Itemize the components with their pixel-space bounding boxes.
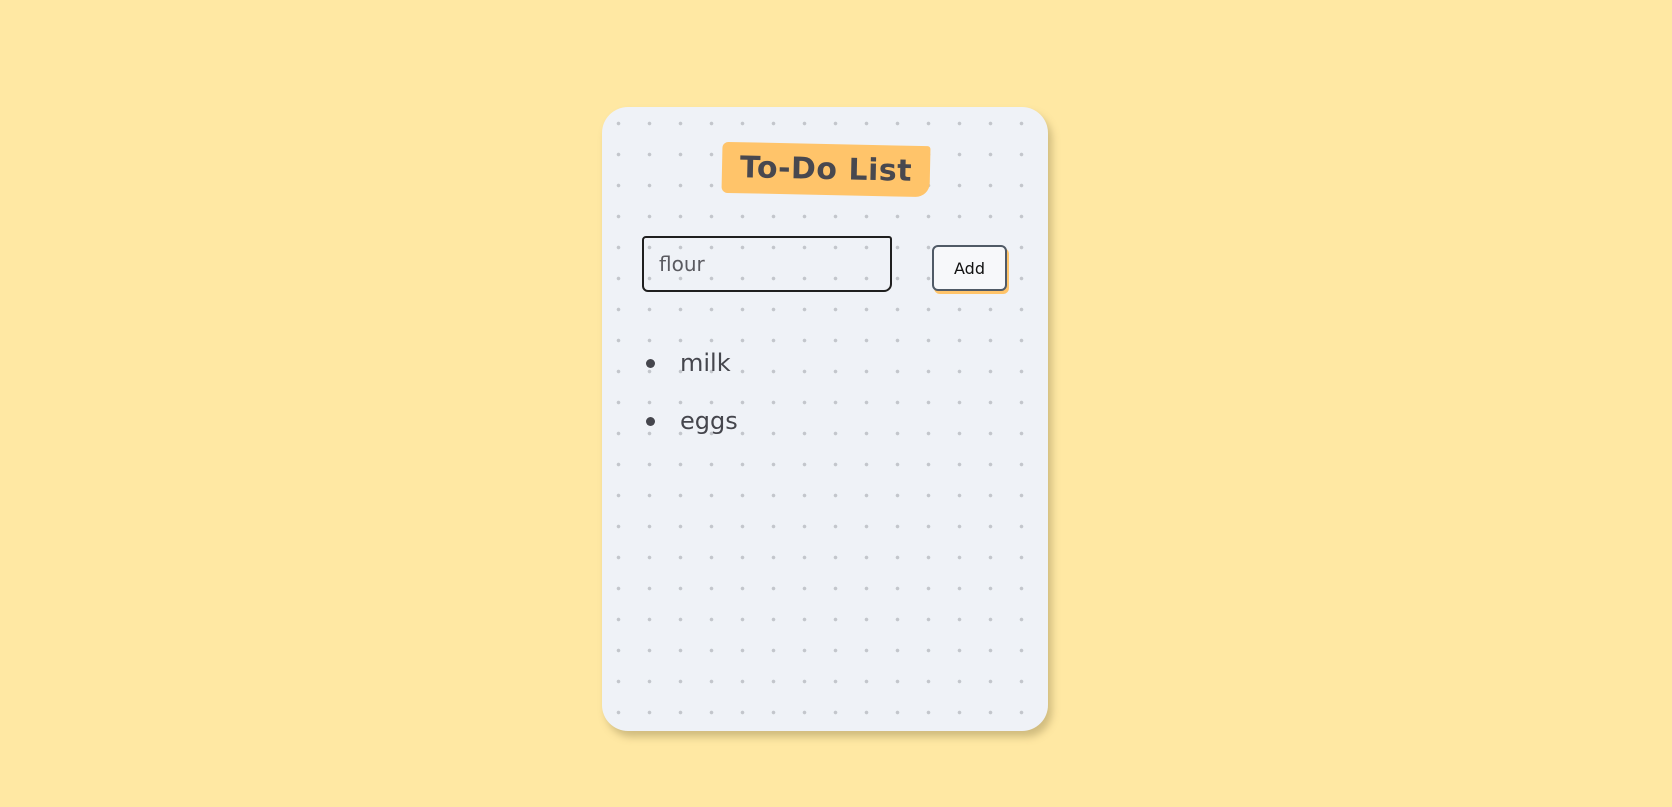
bullet-icon	[646, 359, 655, 368]
list-item[interactable]: milk	[642, 348, 738, 406]
bullet-icon	[646, 417, 655, 426]
list-item[interactable]: eggs	[642, 406, 738, 464]
todo-card: To-Do List Add milk eggs	[602, 107, 1048, 731]
todo-input[interactable]	[642, 236, 892, 292]
todo-list: milk eggs	[642, 348, 738, 464]
add-button[interactable]: Add	[932, 245, 1007, 291]
page-title: To-Do List	[721, 141, 931, 198]
list-item-label: milk	[680, 349, 731, 377]
list-item-label: eggs	[680, 407, 738, 435]
